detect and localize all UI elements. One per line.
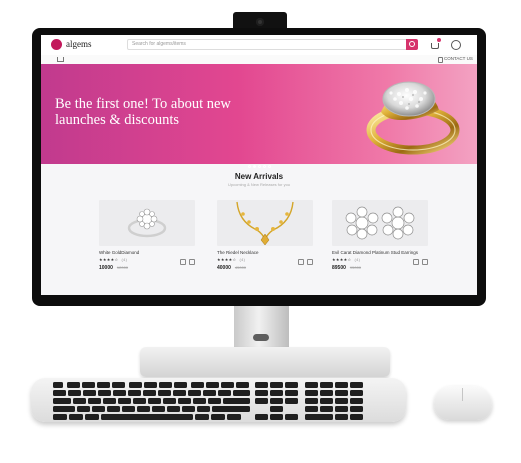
cart-count-badge — [437, 38, 441, 42]
diamond-ring-thumbnail — [127, 208, 167, 238]
product-actions — [295, 252, 313, 270]
product-card[interactable]: Evil Carat Diamond Platinum Stud Earring… — [332, 200, 428, 271]
rating-count: (4) — [239, 257, 246, 262]
product-image[interactable] — [332, 200, 428, 246]
product-image[interactable] — [99, 200, 195, 246]
product-mrp: 12000 — [116, 265, 129, 270]
carousel-indicators — [248, 155, 273, 168]
product-image[interactable] — [217, 200, 313, 246]
brand-logo-icon[interactable] — [51, 39, 62, 50]
cable-hole — [253, 334, 269, 341]
brand-name[interactable]: algems — [66, 39, 92, 49]
section-title: New Arrivals — [234, 172, 284, 181]
site-header: algems Search for algems/items — [41, 35, 477, 56]
contact-us-link[interactable]: CONTACT US — [444, 56, 473, 61]
mouse[interactable] — [434, 386, 492, 420]
product-price: 89500 — [332, 265, 346, 271]
stud-earrings-thumbnail — [345, 206, 415, 240]
product-actions — [410, 252, 428, 270]
user-icon[interactable] — [451, 40, 461, 50]
heart-icon[interactable] — [180, 259, 186, 265]
carousel-dot[interactable] — [258, 165, 261, 168]
product-card[interactable]: The Riedel Necklace ★★★★☆ (4) 40000 45000 — [217, 200, 313, 271]
monitor-stand-neck — [234, 306, 289, 352]
product-price: 10000 — [99, 265, 113, 271]
gold-necklace-thumbnail — [236, 201, 294, 246]
product-mrp: 95000 — [349, 265, 362, 270]
carousel-dot-active[interactable] — [253, 165, 256, 168]
diamond-ring-image — [366, 81, 460, 155]
product-card[interactable]: White GoldDiamond ★★★★☆ (4) 10000 12000 — [99, 200, 195, 271]
product-actions — [177, 252, 195, 270]
home-icon[interactable] — [57, 57, 64, 62]
product-price: 40000 — [217, 265, 231, 271]
hero-headline: Be the first one! To about new launches … — [55, 96, 231, 128]
search-button[interactable] — [406, 39, 418, 50]
carousel-dot[interactable] — [263, 165, 266, 168]
hero-banner[interactable]: Be the first one! To about new launches … — [41, 64, 477, 168]
search-input[interactable]: Search for algems/items — [127, 39, 417, 50]
rating-count: (4) — [354, 257, 361, 262]
cart-icon[interactable] — [431, 43, 439, 49]
rating-count: (4) — [121, 257, 128, 262]
desktop-scene: algems Search for algems/items CONTACT U… — [0, 0, 521, 463]
section-subtitle: Upcoming & New Releases for you — [227, 182, 291, 187]
share-icon[interactable] — [307, 259, 313, 265]
heart-icon[interactable] — [298, 259, 304, 265]
mouse-button-split — [462, 388, 463, 401]
monitor-screen: algems Search for algems/items CONTACT U… — [41, 35, 477, 295]
share-icon[interactable] — [189, 259, 195, 265]
webcam-lens — [256, 18, 264, 26]
heart-icon[interactable] — [413, 259, 419, 265]
carousel-dot[interactable] — [248, 165, 251, 168]
product-mrp: 45000 — [234, 265, 247, 270]
share-icon[interactable] — [422, 259, 428, 265]
keyboard[interactable] — [31, 378, 406, 422]
keyboard-keys[interactable] — [53, 382, 373, 420]
monitor-stand-base — [140, 347, 390, 377]
phone-icon — [438, 57, 443, 63]
carousel-dot[interactable] — [268, 165, 271, 168]
